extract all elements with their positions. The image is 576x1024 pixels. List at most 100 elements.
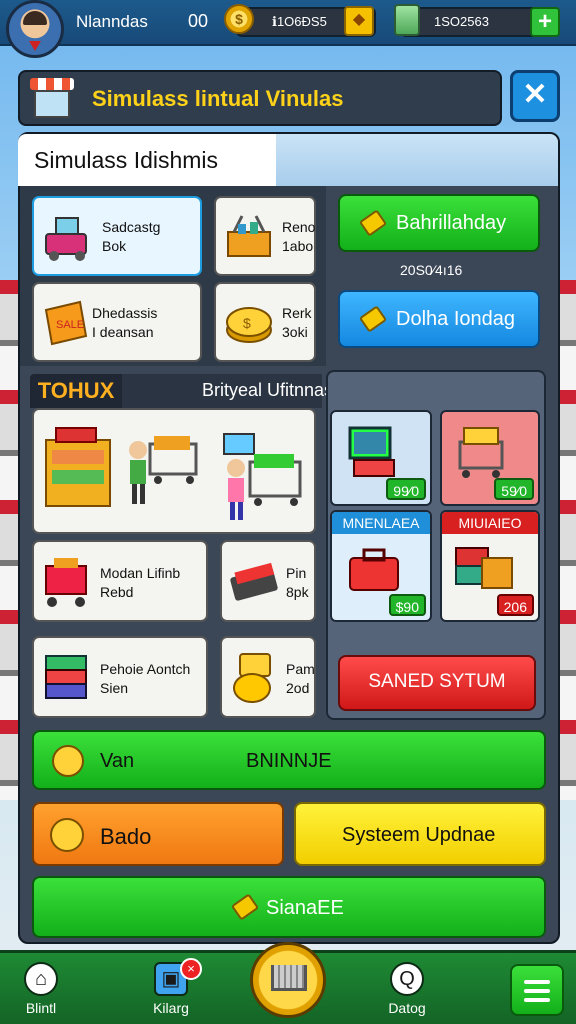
menu-line <box>524 989 550 993</box>
toolbox-icon <box>346 544 406 600</box>
basket-icon <box>222 210 276 264</box>
tools-subtitle: Brityeal Ufitnnas <box>202 380 334 400</box>
card-line1: Pam <box>286 661 315 677</box>
card-line2: 8pk <box>286 584 309 600</box>
card-line2: Bok <box>102 238 127 254</box>
price-tag: 59⁄0 <box>494 478 534 500</box>
bado-button[interactable]: Bado <box>32 802 284 866</box>
blue-action-button[interactable]: Dolha Iondag <box>338 290 540 348</box>
store-icon <box>30 78 74 120</box>
player-name: Nlanndas <box>76 12 148 31</box>
add-currency-button[interactable]: + <box>530 7 560 37</box>
ticket-icon <box>358 305 388 333</box>
card-line1: Pin <box>286 565 307 581</box>
price-tag: $90 <box>388 594 426 616</box>
nav-item-datog[interactable]: Q Datog <box>372 962 442 1016</box>
van-center-label: BNINNJE <box>246 750 332 772</box>
diamond-icon[interactable]: ◆ <box>344 6 374 36</box>
card-line1: Dhedassis <box>92 305 158 321</box>
price-tag: 206 <box>496 594 534 616</box>
svg-text:SALE: SALE <box>56 319 84 331</box>
stacked-boxes-icon <box>40 648 94 708</box>
card-line2: 1abo <box>282 238 314 254</box>
menu-line <box>524 980 550 984</box>
payment-card-icon <box>228 560 282 604</box>
cart-icon <box>271 965 307 991</box>
tools-label: TOHUX <box>30 374 122 408</box>
shoppers-illustration <box>45 427 302 520</box>
clock-icon <box>52 745 84 777</box>
tools-card-stock[interactable]: Pehoie Aontch Sien <box>32 636 208 718</box>
gold-coin-icon <box>228 648 282 708</box>
price-tag: 99⁄0 <box>386 478 426 500</box>
section-strip <box>276 134 558 186</box>
card-line2: 3oki <box>282 324 308 340</box>
system-update-button[interactable]: Systeem Updnae <box>294 802 546 866</box>
product-header: MNENLAEA <box>332 512 430 534</box>
coin-icon: $ <box>224 4 254 34</box>
card-line1: Reno <box>282 219 316 235</box>
monitor-icon <box>344 422 404 482</box>
home-icon: ⌂ <box>24 962 58 996</box>
van-button[interactable]: Van BNINNJE <box>32 730 546 790</box>
bado-label: Bado <box>100 824 152 849</box>
van-label: Van <box>100 750 135 772</box>
crates-icon <box>452 540 516 600</box>
svg-text:$: $ <box>243 315 251 331</box>
siana-label: SianaEE <box>266 897 344 919</box>
tools-card-cart[interactable]: Modan Lifinb Rebd <box>32 540 208 622</box>
ticket-icon <box>358 209 388 237</box>
catalog-card-coin[interactable]: $ Rerk 3oki <box>214 282 316 362</box>
catalog-card-basket[interactable]: Reno 1abo <box>214 196 316 276</box>
nav-label: Datog <box>388 1000 426 1016</box>
notification-badge: × <box>180 958 202 980</box>
product-header: MIUIAIEO <box>442 512 538 534</box>
card-line1: Sadcastg <box>102 219 161 235</box>
green-action-button[interactable]: Bahrillahday <box>338 194 540 252</box>
page-title: Simulass lintual Vinulas <box>92 86 344 111</box>
menu-button[interactable] <box>510 964 564 1016</box>
shop-item-toolbox[interactable]: MNENLAEA $90 <box>330 510 432 622</box>
card-line2: Rebd <box>100 584 134 600</box>
catalog-card-register[interactable]: Sadcastg Bok <box>32 196 202 276</box>
card-line1: Pehoie Aontch <box>100 661 191 677</box>
tools-card-card[interactable]: Pin 8pk <box>220 540 316 622</box>
shop-item-crates[interactable]: MIUIAIEO 206 <box>440 510 540 622</box>
shop-item-cart[interactable]: 59⁄0 <box>440 410 540 506</box>
card-line1: Rerk <box>282 305 312 321</box>
tools-card-gold[interactable]: Pam 2od <box>220 636 316 718</box>
close-button[interactable]: ✕ <box>510 70 560 122</box>
card-line2: Sien <box>100 680 129 696</box>
save-system-button[interactable]: SANED SYTUM <box>338 655 536 711</box>
timestamp: 20S0∕4ı16 <box>400 262 463 278</box>
shop-item-monitor[interactable]: 99⁄0 <box>330 410 432 506</box>
box-icon: SALE <box>40 296 90 350</box>
card-line2: I deansan <box>92 324 154 340</box>
system-update-label: Systeem Updnae <box>342 824 496 846</box>
siana-button[interactable]: SianaEE <box>32 876 546 938</box>
title-bar: Simulass lintual Vinulas <box>18 70 502 126</box>
card-line1: Modan Lifinb <box>100 565 181 581</box>
catalog-card-box[interactable]: SALE Dhedassis I deansan <box>32 282 202 362</box>
ticket-icon <box>230 893 260 921</box>
full-cart-icon <box>452 422 512 482</box>
cart-icon <box>40 552 94 612</box>
cash-icon <box>394 4 420 36</box>
nav-label: Blintl <box>25 1000 57 1016</box>
blue-action-label: Dolha Iondag <box>396 308 515 330</box>
nav-item-blintl[interactable]: ⌂ Blintl <box>6 962 76 1016</box>
cart-nav-button[interactable] <box>250 942 326 1018</box>
nav-item-kilarg[interactable]: ▣ × Kilarg <box>136 958 206 1016</box>
player-level: 00 <box>188 11 209 31</box>
cash-register-icon <box>42 212 92 262</box>
shopping-illustration <box>32 408 316 534</box>
search-icon: Q <box>390 962 424 996</box>
coin-stack-icon: $ <box>224 298 274 348</box>
nav-label: Kilarg <box>153 1000 189 1016</box>
player-avatar[interactable] <box>6 0 64 58</box>
green-action-label: Bahrillahday <box>396 212 507 234</box>
menu-line <box>524 998 550 1002</box>
section-title: Simulass Idishmis <box>18 134 276 186</box>
card-line2: 2od <box>286 680 310 696</box>
sun-icon <box>50 818 84 852</box>
